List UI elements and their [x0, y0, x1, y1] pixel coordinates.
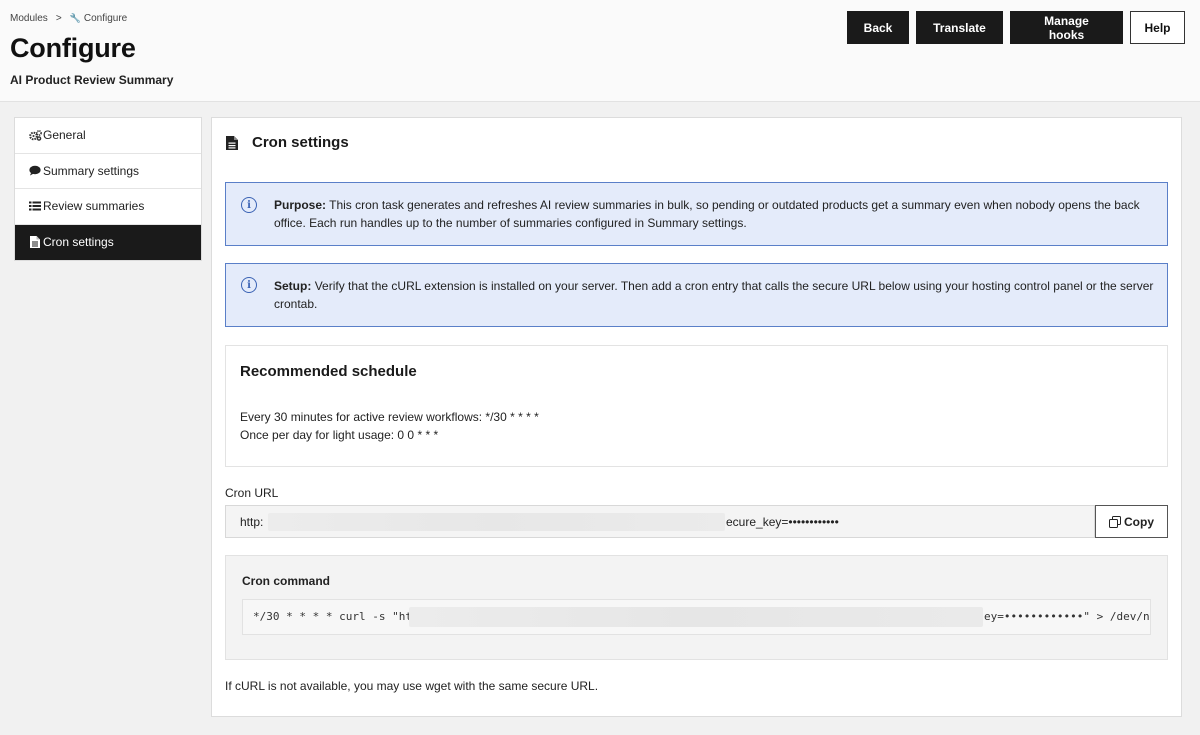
sidebar-item-review-summaries[interactable]: Review summaries	[15, 189, 201, 225]
back-button[interactable]: Back	[847, 11, 909, 44]
sidebar-item-summary-settings[interactable]: Summary settings	[15, 154, 201, 189]
wrench-icon: 🔧	[69, 13, 81, 23]
settings-sidebar: General Summary settings Review summarie…	[14, 117, 202, 261]
copy-button[interactable]: Copy	[1095, 505, 1168, 538]
list-icon	[28, 201, 42, 211]
sidebar-item-label: General	[43, 128, 86, 143]
page-title: Configure	[10, 33, 136, 63]
gears-icon	[28, 129, 42, 141]
purpose-body: This cron task generates and refreshes A…	[274, 198, 1140, 230]
cron-url-field[interactable]: http: ecure_key=••••••••••••	[225, 505, 1095, 538]
cron-url-label: Cron URL	[225, 486, 279, 500]
schedule-title: Recommended schedule	[240, 363, 417, 380]
help-button[interactable]: Help	[1130, 11, 1185, 44]
panel-title: Cron settings	[252, 134, 349, 151]
wget-note: If cURL is not available, you may use wg…	[225, 679, 599, 693]
schedule-line: Every 30 minutes for active review workf…	[240, 410, 539, 424]
recommended-schedule: Recommended schedule Every 30 minutes fo…	[225, 345, 1168, 467]
cron-command-suffix: ey=••••••••••••" > /dev/n	[984, 610, 1150, 623]
comment-icon	[28, 165, 42, 176]
cron-url-suffix: ecure_key=••••••••••••	[726, 515, 839, 529]
cron-command-label: Cron command	[242, 574, 331, 588]
schedule-line: Once per day for light usage: 0 0 * * *	[240, 428, 439, 442]
info-icon: i	[241, 197, 257, 213]
toolbar: Back Translate Manage hooks Help	[847, 11, 1185, 44]
module-name: AI Product Review Summary	[10, 73, 174, 87]
cron-settings-panel: Cron settings i Purpose: This cron task …	[211, 117, 1182, 717]
cron-command-box: Cron command */30 * * * * curl -s "ht ey…	[225, 555, 1168, 660]
redacted-command	[409, 607, 983, 627]
breadcrumb: Modules > 🔧 Configure	[10, 13, 127, 24]
setup-body: Verify that the cURL extension is instal…	[274, 279, 1154, 311]
panel-heading: Cron settings	[226, 134, 349, 151]
cron-command-field[interactable]: */30 * * * * curl -s "ht ey=••••••••••••…	[242, 599, 1151, 635]
file-icon	[28, 236, 42, 249]
setup-text: Setup: Verify that the cURL extension is…	[274, 278, 1155, 313]
manage-hooks-button[interactable]: Manage hooks	[1010, 11, 1123, 44]
purpose-label: Purpose:	[274, 198, 327, 212]
breadcrumb-separator: >	[55, 13, 62, 24]
purpose-text: Purpose: This cron task generates and re…	[274, 197, 1155, 232]
translate-button[interactable]: Translate	[916, 11, 1003, 44]
setup-alert: i Setup: Verify that the cURL extension …	[225, 263, 1168, 327]
sidebar-item-cron-settings[interactable]: Cron settings	[15, 224, 201, 260]
sidebar-item-label: Summary settings	[43, 163, 140, 178]
copy-icon	[1109, 515, 1121, 528]
file-icon	[226, 135, 238, 150]
breadcrumb-current: Configure	[83, 13, 128, 24]
breadcrumb-modules[interactable]: Modules	[10, 13, 48, 24]
info-icon: i	[241, 277, 257, 293]
redacted-url	[268, 513, 725, 531]
cron-url-row: http: ecure_key=•••••••••••• Copy	[225, 505, 1168, 538]
setup-label: Setup:	[274, 279, 312, 293]
copy-label: Copy	[1124, 514, 1154, 529]
cron-url-prefix: http:	[240, 515, 264, 529]
sidebar-item-label: Cron settings	[43, 235, 114, 250]
page-header: Modules > 🔧 Configure Configure AI Produ…	[0, 0, 1200, 102]
purpose-alert: i Purpose: This cron task generates and …	[225, 182, 1168, 246]
cron-command-prefix: */30 * * * * curl -s "ht	[253, 610, 412, 623]
sidebar-item-general[interactable]: General	[15, 118, 201, 154]
sidebar-item-label: Review summaries	[43, 199, 145, 214]
